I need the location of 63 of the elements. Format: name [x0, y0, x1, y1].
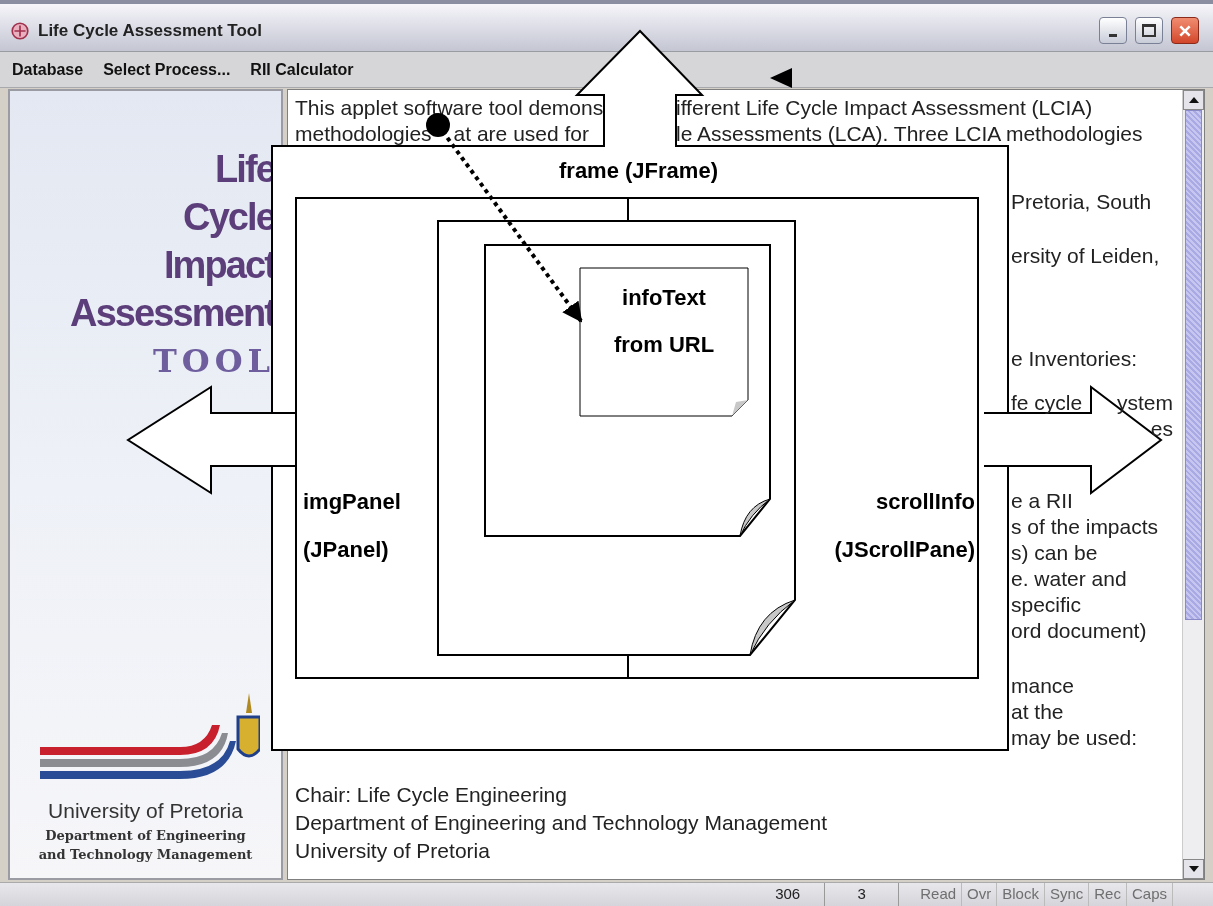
- menu-item[interactable]: Database: [12, 57, 84, 82]
- close-icon: [1178, 23, 1192, 38]
- text-line: fe cycle: [1011, 390, 1083, 416]
- text-line: ersity of Leiden,: [1011, 243, 1160, 269]
- marker-triangle-icon: [770, 68, 792, 88]
- status-field: 3: [825, 883, 900, 906]
- window-title: Life Cycle Assessment Tool: [38, 19, 262, 42]
- scroll-thumb[interactable]: [1185, 110, 1202, 620]
- logo-title-text: Cycle: [183, 195, 275, 240]
- text-line: This applet software tool demons: [295, 95, 604, 121]
- minimize-button[interactable]: [1099, 17, 1127, 44]
- text-line: e. water and: [1011, 566, 1127, 592]
- menu-item[interactable]: RII Calculator: [250, 57, 354, 82]
- text-line: methodologies: [295, 121, 432, 147]
- text-line: le Assessments (LCA). Three LCIA methodologies: [676, 121, 1144, 147]
- maximize-icon: [1142, 24, 1156, 37]
- logo-tool-text: TOOL: [152, 341, 275, 382]
- status-indicator: Caps: [1126, 883, 1173, 906]
- text-line: Pretoria, South: [1011, 189, 1152, 215]
- text-line: e Inventories:: [1011, 346, 1138, 372]
- status-indicator: Ovr: [962, 883, 998, 906]
- diagram-label: scrollInfo: [876, 488, 975, 516]
- text-line: at are used for: [453, 121, 589, 147]
- text-line: ystem: [1117, 390, 1173, 416]
- university-name: University of Pretoria: [47, 797, 244, 824]
- logo-title-text: Impact: [163, 243, 275, 288]
- maximize-button[interactable]: [1135, 17, 1163, 44]
- text-line: specific: [1011, 592, 1082, 618]
- diagram-label: imgPanel: [303, 488, 401, 516]
- text-line: Chair: Life Cycle Engineering: [295, 782, 568, 808]
- scroll-up-button[interactable]: [1183, 90, 1204, 110]
- status-field: 306: [751, 883, 826, 906]
- text-line: University of Pretoria: [295, 838, 491, 864]
- vertical-scrollbar[interactable]: [1182, 90, 1204, 879]
- down-triangle-icon: [1188, 866, 1199, 872]
- status-indicator: Sync: [1044, 883, 1090, 906]
- status-indicator: Block: [997, 883, 1045, 906]
- diagram-label: infoText: [622, 284, 706, 312]
- text-line: Department of Engineering and Technology Management: [295, 810, 828, 836]
- department-name: Department of Engineering: [44, 827, 247, 845]
- status-indicator: Rec: [1089, 883, 1127, 906]
- diagram-label: (JScrollPane): [834, 536, 975, 564]
- text-line: ifferent Life Cycle Impact Assessment (LCIA): [676, 95, 1094, 121]
- diagram-label: (JPanel): [303, 536, 390, 564]
- logo-title-text: Assessment: [70, 291, 275, 336]
- text-line: es: [1150, 416, 1173, 442]
- text-line: may be used:: [1011, 725, 1138, 751]
- text-line: e a RII: [1011, 488, 1073, 514]
- menu-item[interactable]: Select Process...: [103, 57, 231, 82]
- diagram-label: frame (JFrame): [559, 157, 718, 185]
- close-button[interactable]: [1171, 17, 1199, 44]
- text-line: s) can be: [1011, 540, 1098, 566]
- app-icon: [10, 20, 30, 41]
- status-indicator: Read: [915, 883, 963, 906]
- text-line: ord document): [1011, 618, 1147, 644]
- department-name: and Technology Management: [37, 846, 254, 864]
- text-line: mance: [1011, 673, 1075, 699]
- scroll-down-button[interactable]: [1183, 859, 1204, 879]
- minimize-icon: [1109, 34, 1117, 37]
- text-line: s of the impacts: [1011, 514, 1159, 540]
- diagram-label: from URL: [613, 331, 715, 359]
- up-triangle-icon: [1188, 97, 1199, 103]
- text-line: at the: [1011, 699, 1064, 725]
